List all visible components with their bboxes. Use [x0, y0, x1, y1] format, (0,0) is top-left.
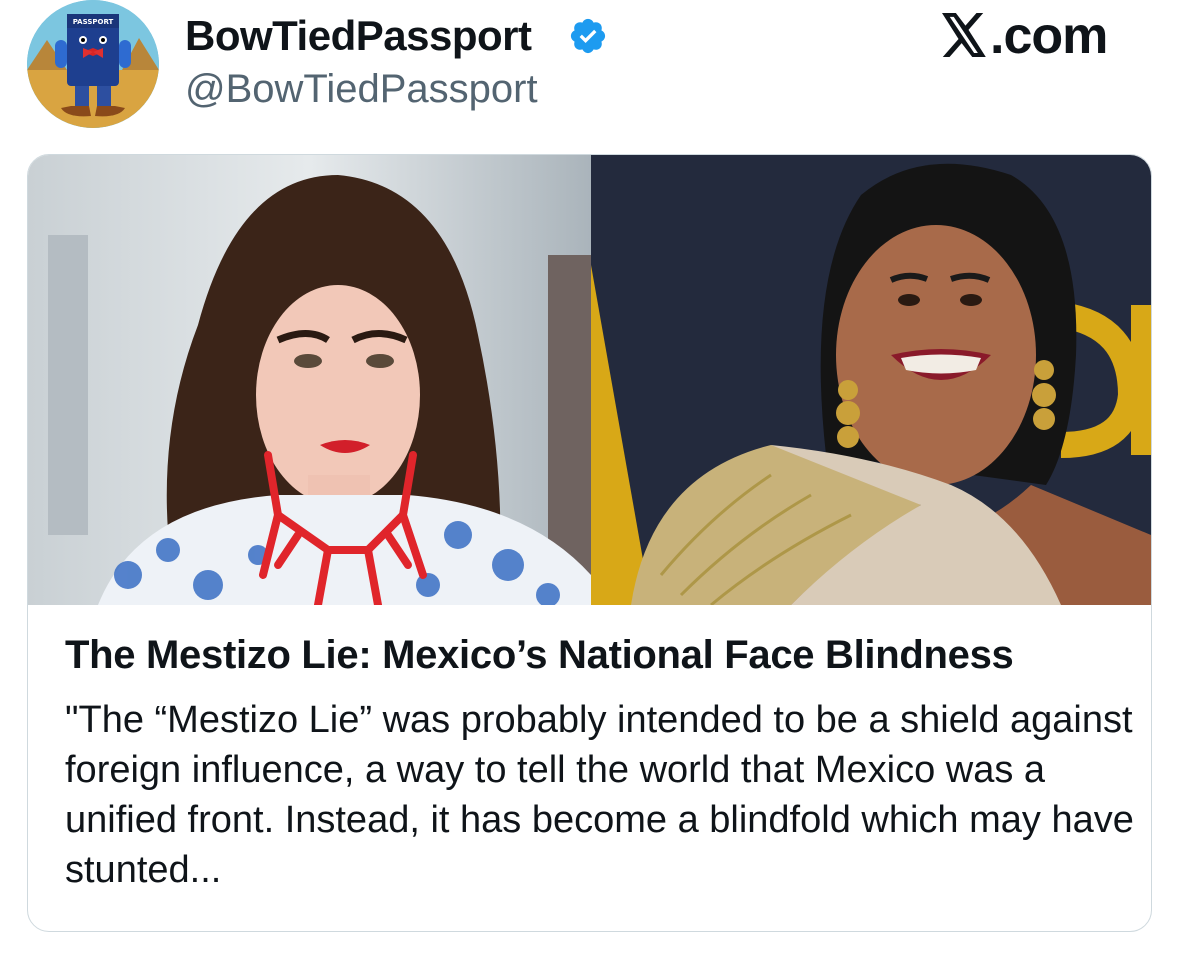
passport-mascot-icon: PASSPORT — [27, 0, 159, 128]
card-image-right — [591, 155, 1151, 605]
tweet-header: PASSPORT BowTiedPassport @BowTiedPasspor… — [0, 0, 1179, 150]
card-title[interactable]: The Mestizo Lie: Mexico’s National Face … — [65, 631, 1014, 679]
card-description: "The “Mestizo Lie” was probably intended… — [65, 699, 1134, 891]
display-name[interactable]: BowTiedPassport — [185, 12, 532, 60]
x-brand-label: .com — [940, 7, 1108, 65]
author-handle[interactable]: @BowTiedPassport — [185, 66, 538, 112]
profile-avatar[interactable]: PASSPORT — [27, 0, 159, 128]
card-image-left — [28, 155, 591, 605]
verified-badge-icon — [570, 18, 606, 54]
x-logo-icon — [942, 13, 986, 57]
card-media[interactable] — [28, 155, 1151, 605]
svg-text:PASSPORT: PASSPORT — [73, 18, 114, 26]
portrait-photo-left-icon — [28, 155, 591, 605]
link-preview-card[interactable]: The Mestizo Lie: Mexico’s National Face … — [27, 154, 1152, 932]
portrait-photo-right-icon — [591, 155, 1151, 605]
brand-domain-text: .com — [990, 7, 1108, 65]
